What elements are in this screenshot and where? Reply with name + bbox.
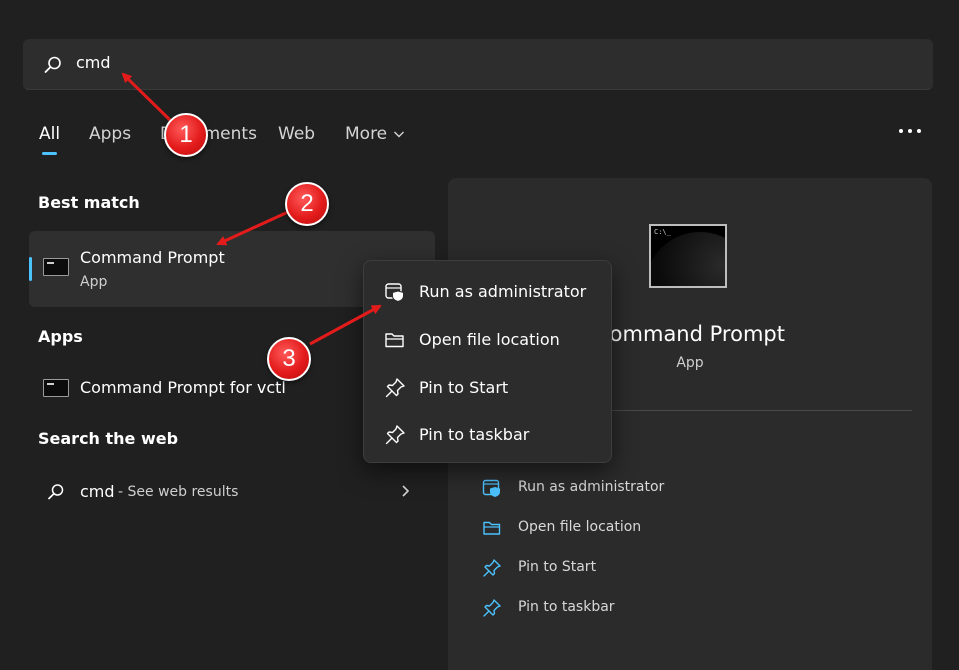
web-search-query[interactable]: cmd xyxy=(80,482,115,501)
tab-active-indicator xyxy=(42,152,57,155)
folder-icon xyxy=(483,521,501,535)
annotation-badge-2: 2 xyxy=(285,182,329,226)
command-prompt-icon xyxy=(43,379,69,397)
menu-item-open-location[interactable]: Open file location xyxy=(368,318,608,362)
tab-all[interactable]: All xyxy=(39,124,60,144)
action-label: Run as administrator xyxy=(518,479,665,495)
tab-more[interactable]: More xyxy=(345,124,387,144)
pin-icon xyxy=(483,559,501,577)
dot-icon xyxy=(899,129,903,133)
action-label: Pin to taskbar xyxy=(518,599,615,615)
web-search-suffix[interactable]: - See web results xyxy=(118,484,238,500)
best-match-heading: Best match xyxy=(38,193,140,212)
menu-item-run-as-admin[interactable]: Run as administrator xyxy=(368,270,608,314)
chevron-right-icon[interactable] xyxy=(400,484,410,498)
menu-item-label: Pin to taskbar xyxy=(419,425,530,444)
folder-icon xyxy=(385,333,404,348)
search-box[interactable]: cmd xyxy=(23,39,933,90)
apps-heading: Apps xyxy=(38,327,83,346)
annotation-badge-3: 3 xyxy=(267,337,311,381)
best-match-title: Command Prompt xyxy=(80,248,225,267)
menu-item-label: Pin to Start xyxy=(419,378,509,397)
action-label: Open file location xyxy=(518,519,642,535)
chevron-down-icon[interactable] xyxy=(393,129,405,139)
apps-list-item[interactable]: Command Prompt for vctl xyxy=(80,378,286,397)
selection-indicator xyxy=(29,257,32,281)
menu-item-label: Open file location xyxy=(419,330,560,349)
shield-window-icon xyxy=(385,283,404,303)
dot-icon xyxy=(917,129,921,133)
pin-icon xyxy=(483,599,501,617)
command-prompt-large-icon: C:\_ xyxy=(649,224,727,288)
action-label: Pin to Start xyxy=(518,559,597,575)
pin-icon xyxy=(385,378,405,398)
search-input[interactable]: cmd xyxy=(76,53,111,72)
annotation-badge-1: 1 xyxy=(164,113,208,157)
tab-web[interactable]: Web xyxy=(278,124,315,144)
command-prompt-icon xyxy=(43,258,69,276)
shield-window-icon xyxy=(482,479,500,497)
search-icon xyxy=(48,484,64,500)
context-menu: Run as administrator Open file location … xyxy=(363,260,612,463)
menu-item-pin-start[interactable]: Pin to Start xyxy=(368,366,608,410)
tab-apps[interactable]: Apps xyxy=(89,124,131,144)
menu-item-pin-taskbar[interactable]: Pin to taskbar xyxy=(368,413,608,457)
console-prompt-text: C:\_ xyxy=(654,228,671,236)
pin-icon xyxy=(385,425,405,445)
more-options-button[interactable] xyxy=(897,120,923,142)
search-web-heading: Search the web xyxy=(38,429,179,448)
dot-icon xyxy=(908,129,912,133)
menu-item-label: Run as administrator xyxy=(419,282,587,301)
search-icon xyxy=(44,56,61,73)
best-match-subtitle: App xyxy=(80,274,108,290)
